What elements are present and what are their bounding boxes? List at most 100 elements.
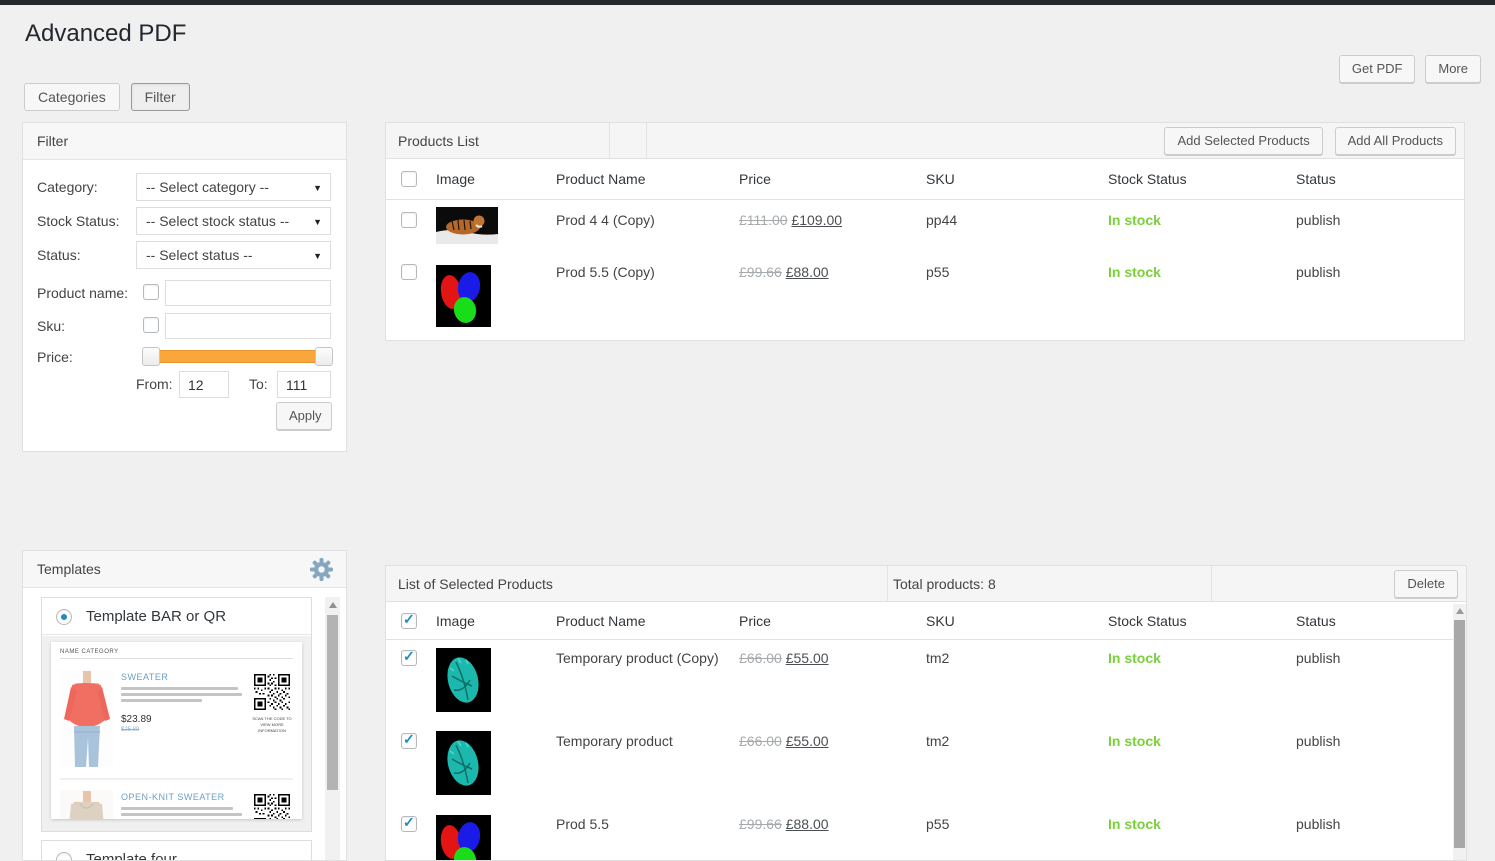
scrollbar-thumb[interactable]	[327, 615, 338, 790]
scroll-up-arrow-icon[interactable]	[328, 602, 337, 608]
scroll-up-arrow-icon[interactable]	[1455, 608, 1464, 614]
admin-top-bar	[0, 0, 1495, 5]
template-product-price: $23.89	[121, 714, 152, 725]
product-name: Prod 4 4 (Copy)	[556, 212, 655, 228]
add-all-products-button[interactable]: Add All Products	[1334, 127, 1456, 155]
table-row: Prod 5.5 (Copy) £99.66 £88.00 p55 In sto…	[386, 252, 1464, 341]
template-radio-row[interactable]: Template four	[42, 841, 311, 861]
get-pdf-button[interactable]: Get PDF	[1338, 55, 1416, 83]
to-label: To:	[249, 376, 268, 392]
tab-filter[interactable]: Filter	[130, 83, 190, 111]
product-name-input[interactable]	[165, 280, 331, 306]
template-product-title: Open-knit sweater	[121, 792, 225, 802]
product-name: Prod 5.5	[556, 816, 609, 832]
product-name: Temporary product	[556, 733, 673, 749]
publish-status: publish	[1296, 212, 1341, 228]
current-price[interactable]: £88.00	[786, 264, 829, 280]
selected-table-column-header: Image Product Name Price SKU Stock Statu…	[386, 602, 1466, 640]
product-price: £66.00 £55.00	[739, 733, 829, 749]
description-line	[121, 813, 242, 816]
current-price[interactable]: £55.00	[786, 733, 829, 749]
price-to-input[interactable]	[277, 371, 331, 398]
template-radio-row[interactable]: Template BAR or QR	[42, 598, 311, 635]
page-title: Advanced PDF	[25, 20, 187, 47]
stock-status: In stock	[1108, 212, 1161, 228]
sku-input[interactable]	[165, 313, 331, 339]
publish-status: publish	[1296, 733, 1341, 749]
scrollbar-thumb[interactable]	[1454, 620, 1465, 848]
filter-panel: Filter Category: -- Select category -- ▼…	[22, 122, 347, 452]
description-line	[121, 699, 202, 702]
stock-status-label: Stock Status:	[37, 213, 120, 229]
product-price: £99.66 £88.00	[739, 264, 829, 280]
stock-status-select-value: -- Select stock status --	[146, 213, 290, 229]
category-label: Category:	[37, 179, 98, 195]
old-price: £99.66	[739, 264, 782, 280]
template-option-four: Template four	[41, 840, 312, 861]
product-price: £99.66 £88.00	[739, 816, 829, 832]
from-label: From:	[136, 376, 173, 392]
tab-categories[interactable]: Categories	[24, 83, 120, 111]
current-price[interactable]: £55.00	[786, 650, 829, 666]
current-price[interactable]: £88.00	[786, 816, 829, 832]
row-checkbox[interactable]	[401, 731, 417, 749]
product-image-teal-blob	[436, 648, 491, 715]
category-select[interactable]: -- Select category -- ▼	[136, 173, 331, 201]
qr-code-block: Scan the code to view more information	[251, 790, 293, 819]
templates-panel-header: Templates	[23, 551, 346, 588]
stock-status-select[interactable]: -- Select stock status -- ▼	[136, 207, 331, 235]
column-status: Status	[1296, 171, 1336, 187]
template-preview: Name Category	[42, 636, 311, 831]
price-label: Price:	[37, 349, 73, 365]
row-checkbox[interactable]	[401, 212, 417, 228]
select-all-checkbox[interactable]	[401, 611, 417, 629]
select-all-checkbox[interactable]	[401, 171, 417, 187]
template-radio-selected[interactable]	[56, 609, 72, 625]
price-slider-handle-max[interactable]	[315, 347, 333, 366]
template-product-info: Open-knit sweater	[121, 790, 243, 819]
tab-bar: Categories Filter	[24, 83, 197, 111]
apply-button[interactable]: Apply	[276, 402, 332, 430]
price-range-slider[interactable]	[142, 347, 333, 366]
filter-row-sku: Sku:	[23, 312, 346, 340]
column-price: Price	[739, 613, 771, 629]
price-from-input[interactable]	[179, 371, 229, 398]
filter-row-price: Price:	[23, 343, 346, 371]
price-slider-handle-min[interactable]	[142, 347, 160, 366]
add-selected-products-button[interactable]: Add Selected Products	[1164, 127, 1323, 155]
product-name: Prod 5.5 (Copy)	[556, 264, 655, 280]
product-name-checkbox[interactable]	[143, 284, 159, 300]
template-preview-product: Open-knit sweater	[60, 786, 293, 819]
selected-products-panel: List of Selected Products Total products…	[385, 565, 1467, 861]
template-radio-unselected[interactable]	[56, 852, 72, 860]
column-price: Price	[739, 171, 771, 187]
product-price: £66.00 £55.00	[739, 650, 829, 666]
selected-products-scrollbar[interactable]	[1453, 604, 1466, 860]
header-divider	[646, 123, 647, 158]
column-product-name: Product Name	[556, 171, 646, 187]
current-price[interactable]: £109.00	[791, 212, 842, 228]
description-line	[121, 687, 239, 690]
template-option-bar-or-qr: Template BAR or QR Name Category	[41, 597, 312, 832]
row-checkbox[interactable]	[401, 814, 417, 832]
table-row: Prod 5.5 £99.66 £88.00 p55 In stock publ…	[386, 806, 1466, 860]
template-label: Template BAR or QR	[86, 608, 227, 625]
description-line	[121, 807, 234, 810]
publish-status: publish	[1296, 650, 1341, 666]
templates-panel-title: Templates	[37, 561, 101, 577]
header-divider	[1211, 566, 1212, 601]
header-divider	[887, 566, 888, 601]
row-checkbox[interactable]	[401, 648, 417, 666]
status-select-value: -- Select status --	[146, 247, 253, 263]
row-checkbox[interactable]	[401, 264, 417, 280]
filter-row-product-name: Product name:	[23, 279, 346, 307]
delete-button[interactable]: Delete	[1394, 570, 1458, 598]
product-name-label: Product name:	[37, 285, 129, 301]
gear-icon[interactable]	[308, 556, 335, 586]
template-label: Template four	[86, 851, 177, 861]
status-select[interactable]: -- Select status -- ▼	[136, 241, 331, 269]
sku-checkbox[interactable]	[143, 317, 159, 333]
more-button[interactable]: More	[1425, 55, 1481, 83]
templates-scrollbar[interactable]	[325, 597, 340, 860]
filter-panel-header: Filter	[23, 123, 346, 160]
